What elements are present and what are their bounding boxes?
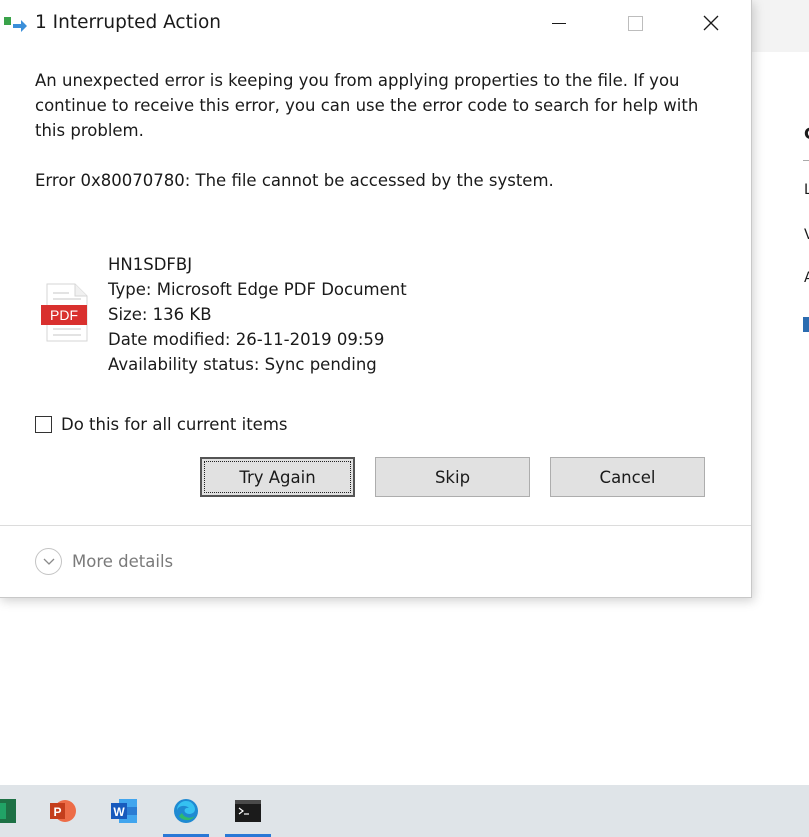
maximize-icon <box>627 15 643 31</box>
skip-button[interactable]: Skip <box>375 457 530 497</box>
minimize-button[interactable] <box>521 0 597 46</box>
error-code: Error 0x80070780: The file cannot be acc… <box>35 171 554 190</box>
powerpoint-icon: P <box>50 800 76 822</box>
apply-to-all-label: Do this for all current items <box>61 415 288 434</box>
background-letter: L <box>804 182 809 198</box>
file-size: Size: 136 KB <box>108 305 212 324</box>
edge-icon <box>174 799 198 823</box>
apply-to-all-row[interactable]: Do this for all current items <box>35 415 288 434</box>
pdf-icon-label: PDF <box>50 307 78 323</box>
minimize-icon <box>552 22 566 24</box>
more-details-toggle[interactable]: More details <box>35 548 173 575</box>
file-date-modified: Date modified: 26-11-2019 09:59 <box>108 330 385 349</box>
background-letter: C <box>804 124 809 143</box>
file-type: Type: Microsoft Edge PDF Document <box>108 280 407 299</box>
chevron-down-icon[interactable] <box>35 548 62 575</box>
svg-text:W: W <box>113 805 125 819</box>
taskbar: P W <box>0 785 809 837</box>
interrupted-action-dialog: 1 Interrupted Action An unexpected error… <box>0 0 752 598</box>
word-taskbar-button[interactable]: W <box>101 785 147 837</box>
maximize-button <box>597 0 673 46</box>
powerpoint-taskbar-button[interactable]: P <box>39 785 85 837</box>
dialog-title: 1 Interrupted Action <box>35 12 222 33</box>
background-square <box>803 317 809 332</box>
file-availability: Availability status: Sync pending <box>108 355 377 374</box>
error-message: An unexpected error is keeping you from … <box>35 71 699 140</box>
file-name: HN1SDFBJ <box>108 255 193 274</box>
more-details-label: More details <box>72 552 174 571</box>
background-letter: V <box>804 227 809 243</box>
divider <box>0 525 751 526</box>
excel-icon <box>0 799 16 823</box>
word-icon: W <box>111 799 137 823</box>
edge-taskbar-button[interactable] <box>163 785 209 837</box>
close-icon <box>703 15 719 31</box>
background-rule <box>803 160 809 161</box>
pdf-file-icon: PDF <box>41 283 91 343</box>
background-letter: A <box>804 270 809 286</box>
file-move-icon <box>3 15 29 33</box>
excel-taskbar-button[interactable] <box>0 785 26 837</box>
svg-text:P: P <box>53 805 61 819</box>
file-details: HN1SDFBJ Type: Microsoft Edge PDF Docume… <box>108 252 407 377</box>
try-again-button[interactable]: Try Again <box>200 457 355 497</box>
terminal-icon <box>235 800 261 822</box>
cancel-button[interactable]: Cancel <box>550 457 705 497</box>
close-button[interactable] <box>673 0 749 46</box>
title-bar[interactable]: 1 Interrupted Action <box>0 0 751 48</box>
terminal-taskbar-button[interactable] <box>225 785 271 837</box>
apply-to-all-checkbox[interactable] <box>35 416 52 433</box>
